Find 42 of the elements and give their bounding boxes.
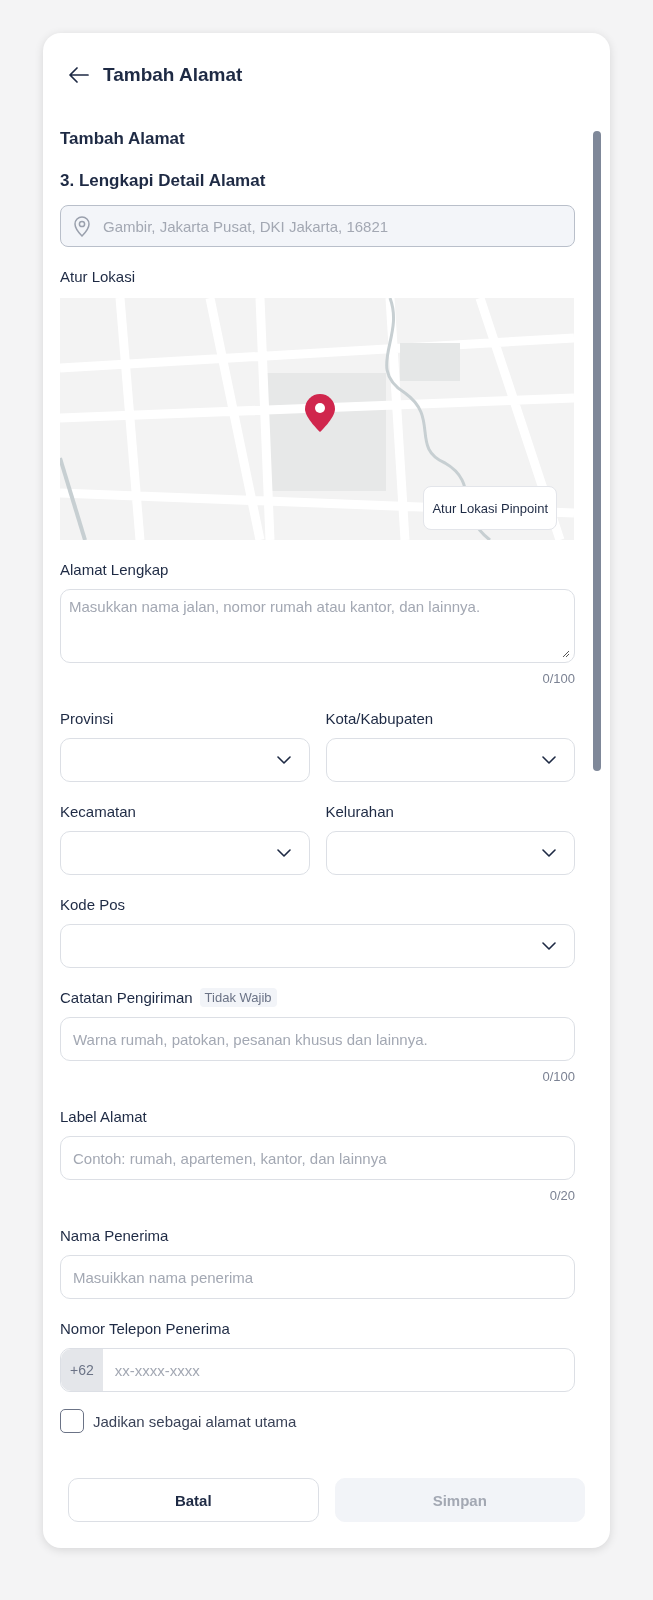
page-title: Tambah Alamat <box>103 64 243 86</box>
step-title: 3. Lengkapi Detail Alamat <box>60 170 267 192</box>
character-counter: 0/100 <box>541 670 575 688</box>
chevron-down-icon <box>276 849 291 857</box>
chevron-down-icon <box>542 756 556 764</box>
character-counter: 0/100 <box>541 1068 575 1086</box>
character-counter: 0/20 <box>548 1187 575 1205</box>
field-label: Alamat Lengkap <box>60 560 169 578</box>
phone-input-field[interactable]: +62 xx-xxxx-xxxx <box>60 1348 575 1392</box>
field-label: Kelurahan <box>325 802 394 820</box>
checkbox-label: Jadikan sebagai alamat utama <box>93 1412 297 1430</box>
dropdown-select[interactable] <box>60 738 310 782</box>
input-field[interactable]: Contoh: rumah, apartemen, kantor, dan lainnya <box>60 1136 575 1180</box>
field-label: Nomor Telepon Penerima <box>60 1319 230 1337</box>
dropdown-select[interactable] <box>325 831 575 875</box>
map-label: Atur Lokasi <box>60 267 137 287</box>
input-field[interactable]: Masuikkan nama penerima <box>60 1255 575 1299</box>
field-label: Label Alamat <box>60 1107 147 1125</box>
field-label: Catatan Pengiriman <box>60 988 193 1006</box>
scrollbar-thumb[interactable] <box>593 131 601 771</box>
dropdown-select[interactable] <box>60 831 310 875</box>
input-field[interactable]: Warna rumah, patokan, pesanan khusus dan lainnya. <box>60 1017 575 1061</box>
back-arrow-icon[interactable] <box>69 67 89 83</box>
address-textarea[interactable]: Masukkan nama jalan, nomor rumah atau kantor, dan lainnya. <box>60 589 575 663</box>
dropdown-select[interactable] <box>60 924 575 968</box>
optional-badge: Tidak Wajib <box>199 987 277 1007</box>
chevron-down-icon <box>542 942 556 950</box>
resize-grip-icon <box>562 650 570 658</box>
field-label: Kecamatan <box>60 802 136 820</box>
checkbox[interactable] <box>60 1409 84 1433</box>
chevron-down-icon <box>276 756 291 764</box>
map-pin-icon[interactable] <box>304 393 336 433</box>
pinpoint-button[interactable]: Atur Lokasi Pinpoint <box>423 486 557 530</box>
field-label: Provinsi <box>60 709 114 727</box>
location-pin-icon <box>73 215 91 237</box>
cancel-button[interactable]: Batal <box>68 1478 319 1522</box>
section-title: Tambah Alamat <box>60 128 186 150</box>
field-label: Kota/Kabupaten <box>325 709 434 727</box>
dropdown-select[interactable] <box>325 738 575 782</box>
chevron-down-icon <box>542 849 556 857</box>
field-label: Kode Pos <box>60 895 126 913</box>
field-label: Nama Penerima <box>60 1226 169 1244</box>
